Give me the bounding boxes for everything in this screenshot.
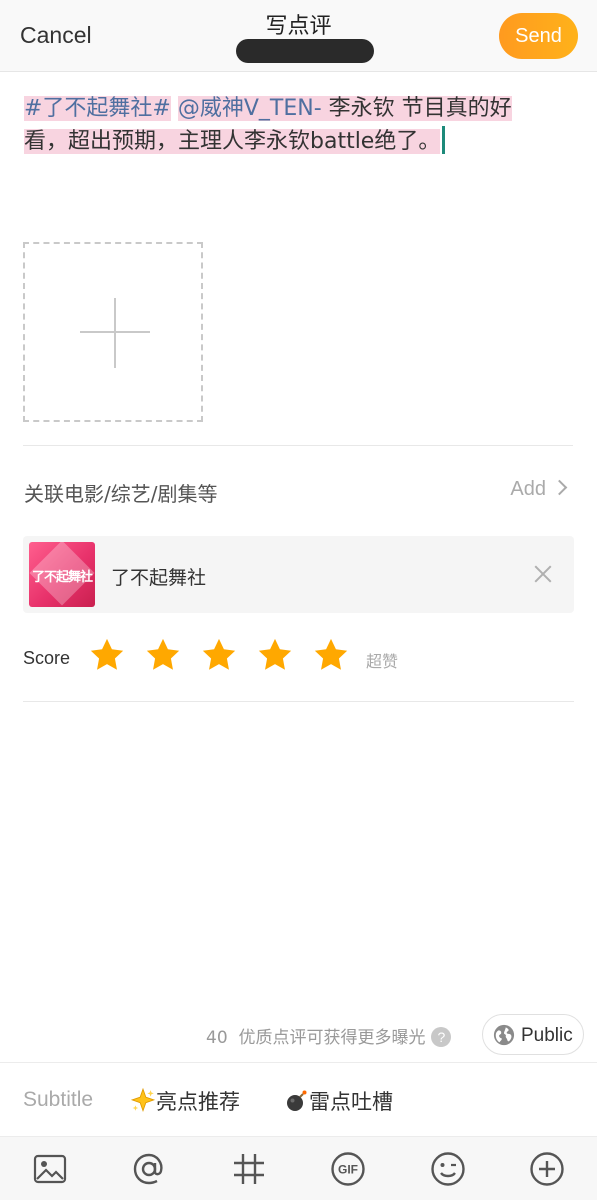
svg-text:GIF: GIF (338, 1163, 358, 1177)
visibility-label: Public (521, 1025, 573, 1046)
add-related-label: Add (510, 478, 546, 500)
add-icon[interactable] (529, 1151, 565, 1187)
sparkle-icon (130, 1088, 156, 1113)
tip-text: 优质点评可获得更多曝光 (238, 1028, 426, 1048)
review-text-line2: 看，超出预期，主理人李永钦battle绝了。 (24, 129, 441, 154)
review-options-row: Subtitle 亮点推荐 雷点吐槽 (0, 1064, 597, 1136)
close-icon[interactable] (533, 564, 553, 584)
add-image-button[interactable] (23, 242, 203, 422)
divider (0, 1062, 597, 1063)
bomb-icon (287, 1090, 307, 1111)
related-item-title: 了不起舞社 (111, 567, 207, 589)
chevron-right-icon (551, 479, 568, 496)
related-content-label: 关联电影/综艺/剧集等 (24, 482, 218, 506)
hashtag-icon[interactable] (231, 1151, 267, 1187)
score-label: Score (23, 648, 71, 668)
highlight-recommend-button[interactable]: 亮点推荐 (130, 1086, 240, 1116)
quality-tip: 40 优质点评可获得更多曝光? (206, 1023, 452, 1048)
emoji-icon[interactable] (430, 1151, 466, 1187)
highlight-recommend-label: 亮点推荐 (156, 1090, 240, 1114)
divider (23, 445, 573, 446)
plus-icon-vertical (114, 298, 116, 368)
mention-tag[interactable]: @威神V_TEN- (177, 96, 322, 121)
star-icon[interactable] (144, 636, 182, 674)
globe-icon (493, 1024, 515, 1046)
redacted-account-bar (236, 39, 374, 63)
review-text-editor[interactable]: #了不起舞社# @威神V_TEN- 李永钦 节目真的好看，超出预期，主理人李永钦… (24, 92, 544, 158)
star-icon[interactable] (256, 636, 294, 674)
rant-button[interactable]: 雷点吐槽 (285, 1086, 393, 1116)
star-icon[interactable] (200, 636, 238, 674)
bottom-toolbar: GIF (0, 1136, 597, 1200)
star-icon[interactable] (312, 636, 350, 674)
char-count: 40 (206, 1028, 228, 1048)
show-poster: 了不起舞社 (29, 542, 95, 607)
topic-tag[interactable]: #了不起舞社# (24, 96, 171, 121)
visibility-button[interactable]: Public (482, 1014, 584, 1055)
rating-text: 超赞 (366, 652, 399, 671)
text-cursor (442, 126, 446, 154)
gif-icon[interactable]: GIF (330, 1151, 366, 1187)
image-icon[interactable] (32, 1151, 68, 1187)
rant-label: 雷点吐槽 (309, 1090, 393, 1114)
help-icon[interactable]: ? (431, 1027, 452, 1047)
add-related-button[interactable]: Add (510, 478, 568, 501)
poster-logo-text: 了不起舞社 (31, 570, 93, 585)
divider (23, 701, 574, 702)
at-icon[interactable] (131, 1151, 167, 1187)
star-icon[interactable] (88, 636, 126, 674)
send-button[interactable]: Send (499, 13, 578, 59)
subtitle-button[interactable]: Subtitle (23, 1088, 93, 1112)
review-text-line1: 李永钦 节目真的好 (321, 96, 512, 121)
related-item-card[interactable]: 了不起舞社 了不起舞社 (23, 536, 574, 613)
top-bar: Cancel 写点评 Send (0, 0, 597, 72)
